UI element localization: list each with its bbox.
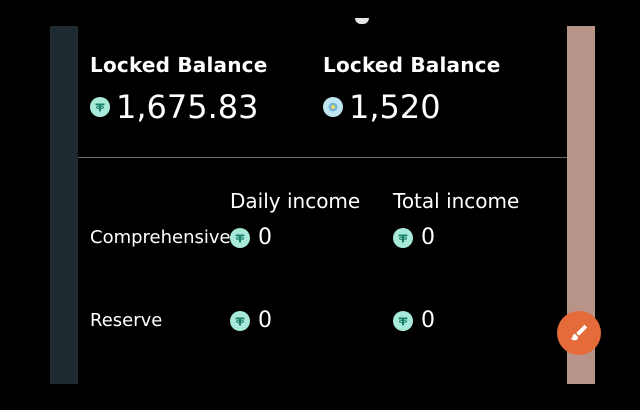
brush-icon (570, 324, 588, 341)
tether-icon (90, 97, 110, 117)
locked-balance-label-right: Locked Balance (323, 53, 501, 77)
comprehensive-total-income: 0 (393, 225, 435, 250)
row-label-reserve: Reserve (90, 310, 163, 331)
reserve-daily-value: 0 (258, 308, 272, 333)
comprehensive-daily-income: 0 (230, 225, 272, 250)
left-edge-strip (50, 26, 78, 384)
locked-balance-value-right: 1,520 (349, 88, 441, 126)
total-income-header: Total income (393, 189, 520, 213)
locked-balance-value-left: 1,675.83 (116, 88, 259, 126)
section-divider (78, 157, 567, 158)
comprehensive-total-value: 0 (421, 225, 435, 250)
tether-icon (230, 310, 250, 331)
comprehensive-daily-value: 0 (258, 225, 272, 250)
tether-icon (393, 310, 413, 331)
locked-balance-label-left: Locked Balance (90, 53, 268, 77)
row-label-comprehensive: Comprehensive (90, 227, 231, 248)
tether-icon (230, 227, 250, 248)
reserve-total-income: 0 (393, 308, 435, 333)
locked-balance-right: 1,520 (323, 88, 441, 126)
locked-balance-left: 1,675.83 (90, 88, 259, 126)
daily-income-header: Daily income (230, 189, 361, 213)
coin-icon (323, 97, 343, 117)
top-notch (355, 18, 369, 24)
tether-icon (393, 227, 413, 248)
brush-fab-button[interactable] (557, 311, 601, 355)
reserve-daily-income: 0 (230, 308, 272, 333)
app-screen: Locked Balance 1,675.83 Locked Balance 1… (0, 0, 640, 410)
reserve-total-value: 0 (421, 308, 435, 333)
